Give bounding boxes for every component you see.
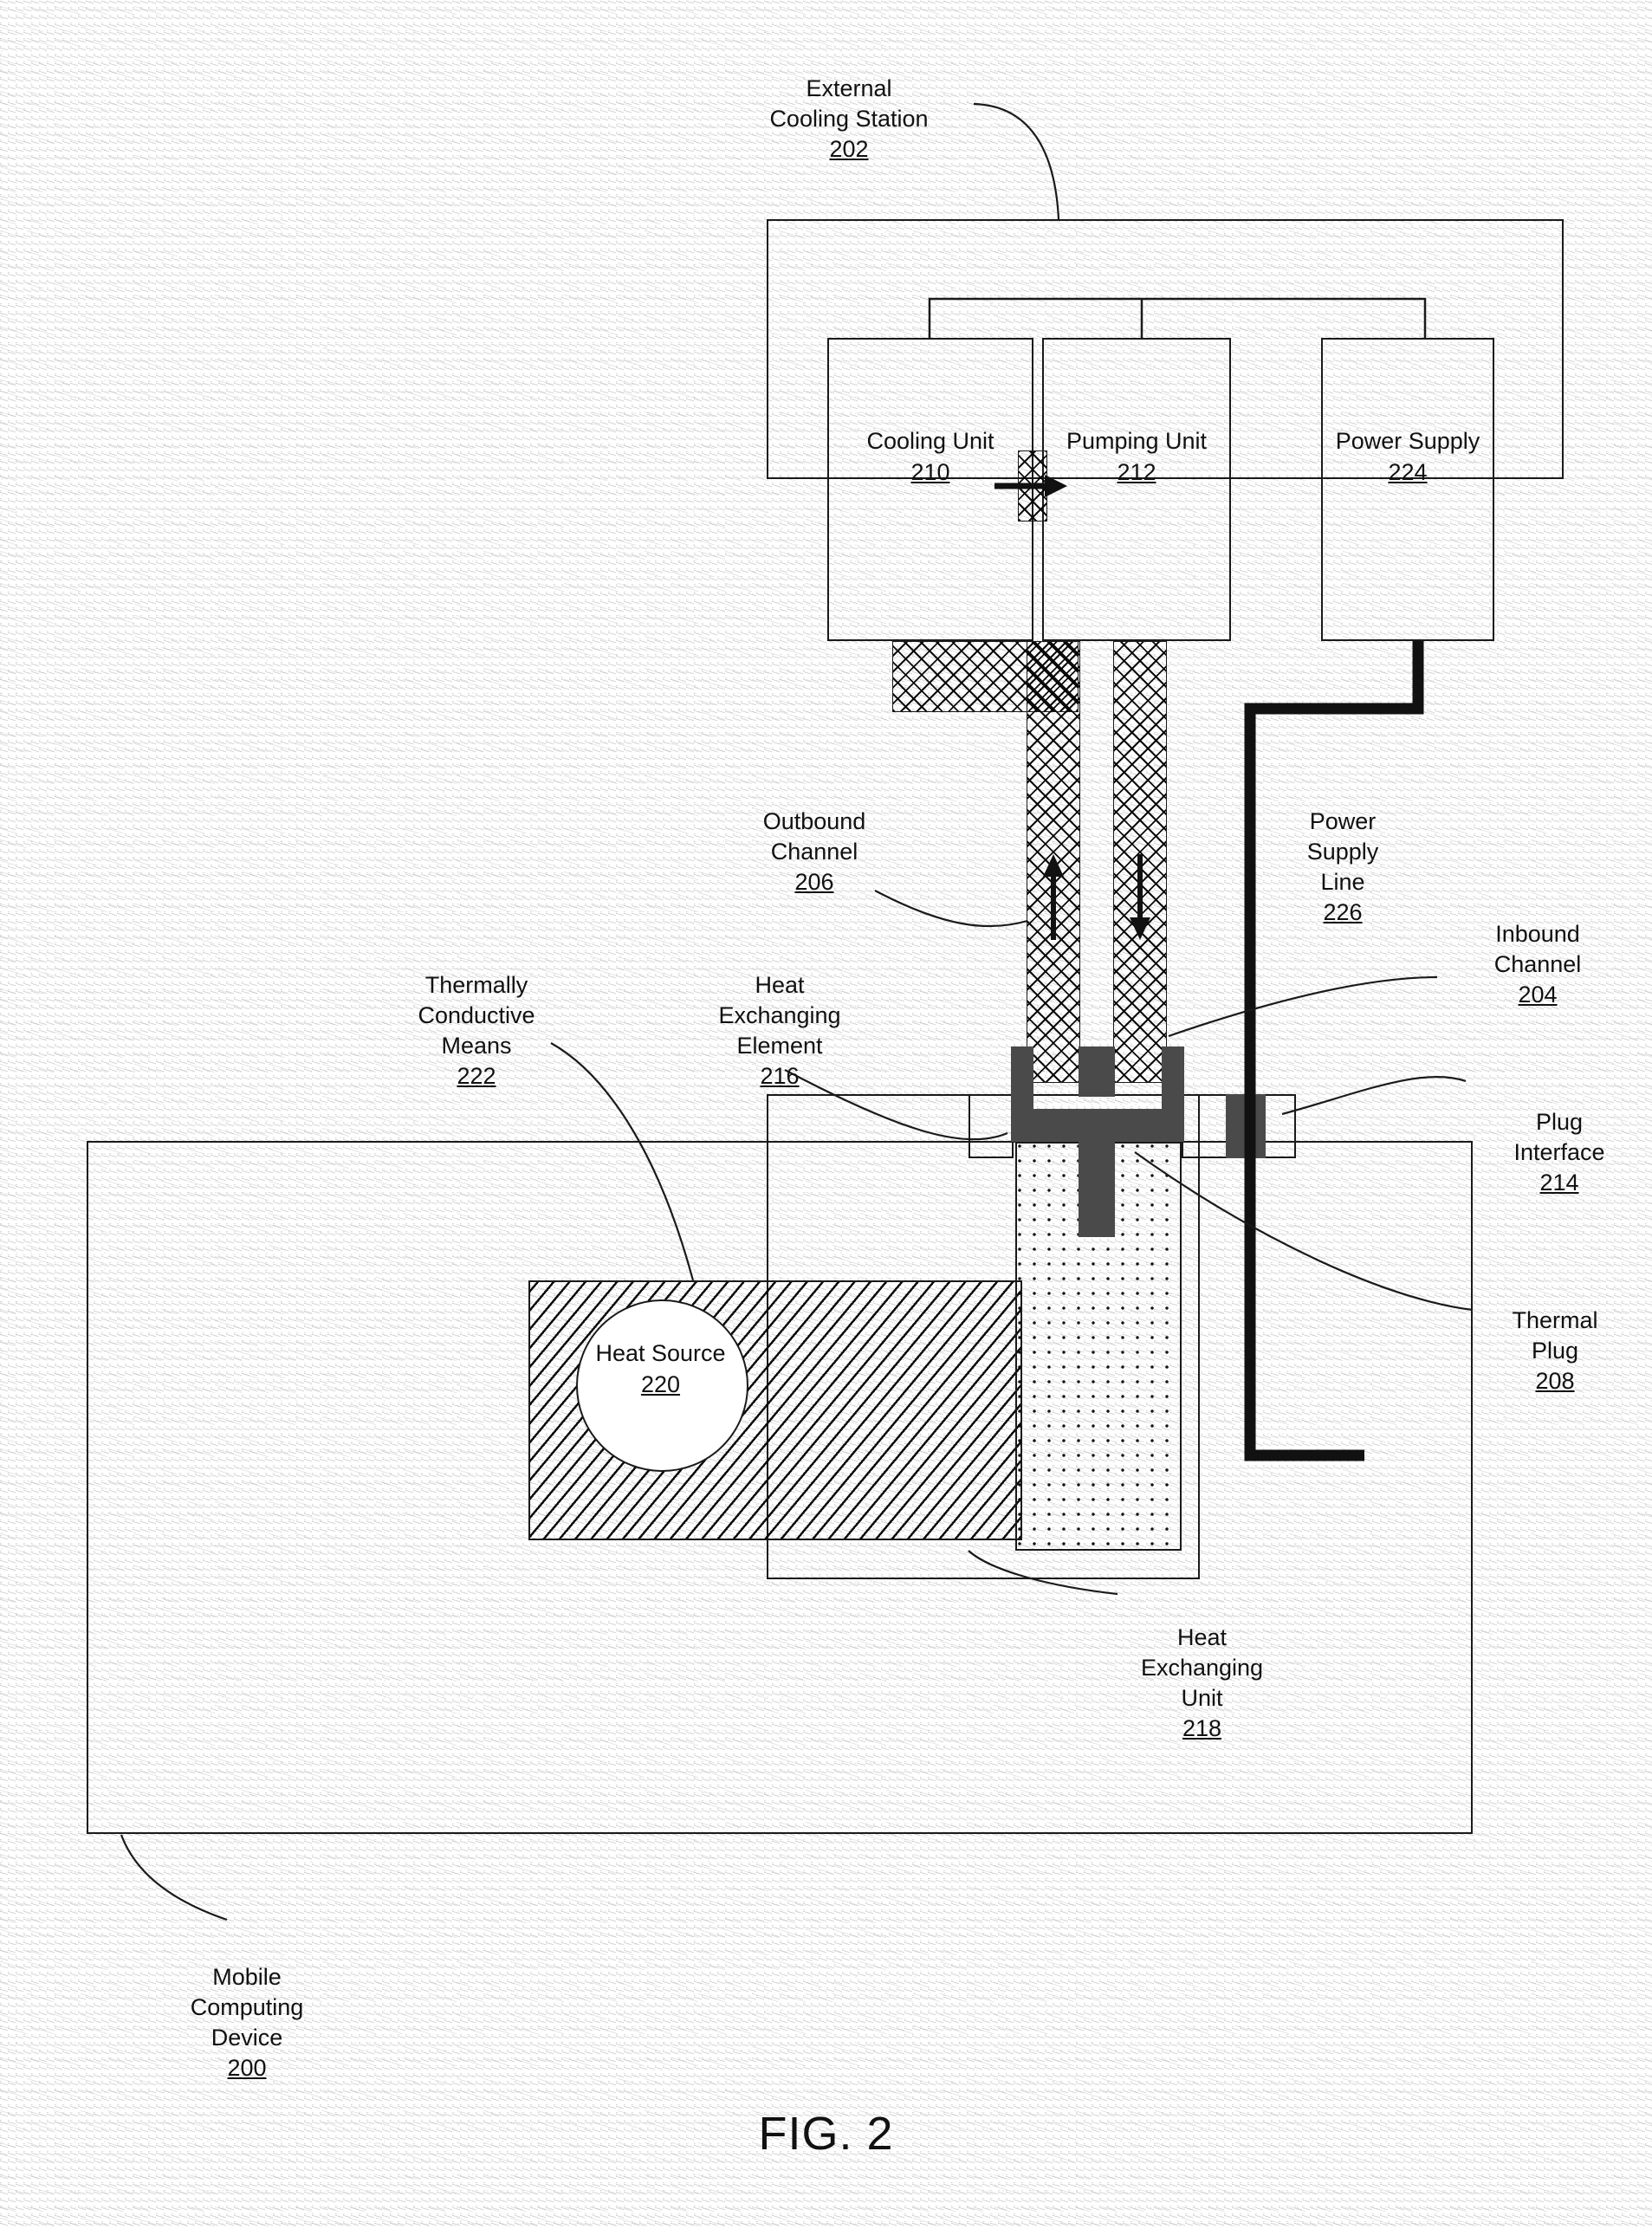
label-heat-exchanging-unit: Heat Exchanging Unit 218: [1096, 1592, 1308, 1775]
label-plug-interface-text: Plug Interface: [1513, 1109, 1605, 1166]
label-external-cooling-station-text: External Cooling Station: [769, 75, 929, 133]
label-heat-exchanging-unit-text: Heat Exchanging Unit: [1140, 1624, 1264, 1712]
label-outbound-channel-text: Outbound Channel: [762, 808, 866, 865]
label-outbound-channel-number: 206: [794, 869, 834, 896]
label-power-supply-line: Power Supply Line 226: [1260, 776, 1425, 959]
label-thermal-plug-number: 208: [1535, 1368, 1575, 1395]
label-mobile-computing-device-text: Mobile Computing Device: [190, 1964, 304, 2051]
label-plug-interface-number: 214: [1539, 1170, 1579, 1196]
label-power-supply-line-number: 226: [1323, 899, 1363, 926]
label-heat-exchanging-element-number: 216: [760, 1063, 800, 1090]
label-mobile-computing-device: Mobile Computing Device 200: [139, 1932, 355, 2115]
label-heat-exchanging-unit-number: 218: [1182, 1715, 1222, 1742]
label-external-cooling-station-number: 202: [829, 136, 869, 163]
label-inbound-channel-number: 204: [1518, 982, 1558, 1008]
label-thermally-conductive-means-text: Thermally Conductive Means: [418, 972, 535, 1059]
label-heat-exchanging-element: Heat Exchanging Element 216: [671, 940, 888, 1123]
patent-figure-2: Cooling Unit 210 Pumping Unit 212 Power …: [0, 0, 1652, 2229]
label-thermal-plug-text: Thermal Plug: [1512, 1307, 1598, 1364]
label-outbound-channel: Outbound Channel 206: [710, 776, 918, 928]
label-thermal-plug: Thermal Plug 208: [1473, 1275, 1637, 1427]
label-plug-interface: Plug Interface 214: [1473, 1077, 1646, 1228]
label-heat-exchanging-element-text: Heat Exchanging Element: [718, 972, 841, 1059]
label-power-supply-line-text: Power Supply Line: [1306, 808, 1379, 896]
label-inbound-channel-text: Inbound Channel: [1493, 921, 1582, 978]
figure-caption: FIG. 2: [758, 2108, 894, 2160]
label-thermally-conductive-means-number: 222: [457, 1063, 496, 1090]
label-external-cooling-station: External Cooling Station 202: [706, 43, 992, 195]
label-thermally-conductive-means: Thermally Conductive Means 222: [364, 940, 589, 1123]
label-mobile-computing-device-number: 200: [227, 2055, 267, 2082]
label-inbound-channel: Inbound Channel 204: [1438, 889, 1637, 1040]
